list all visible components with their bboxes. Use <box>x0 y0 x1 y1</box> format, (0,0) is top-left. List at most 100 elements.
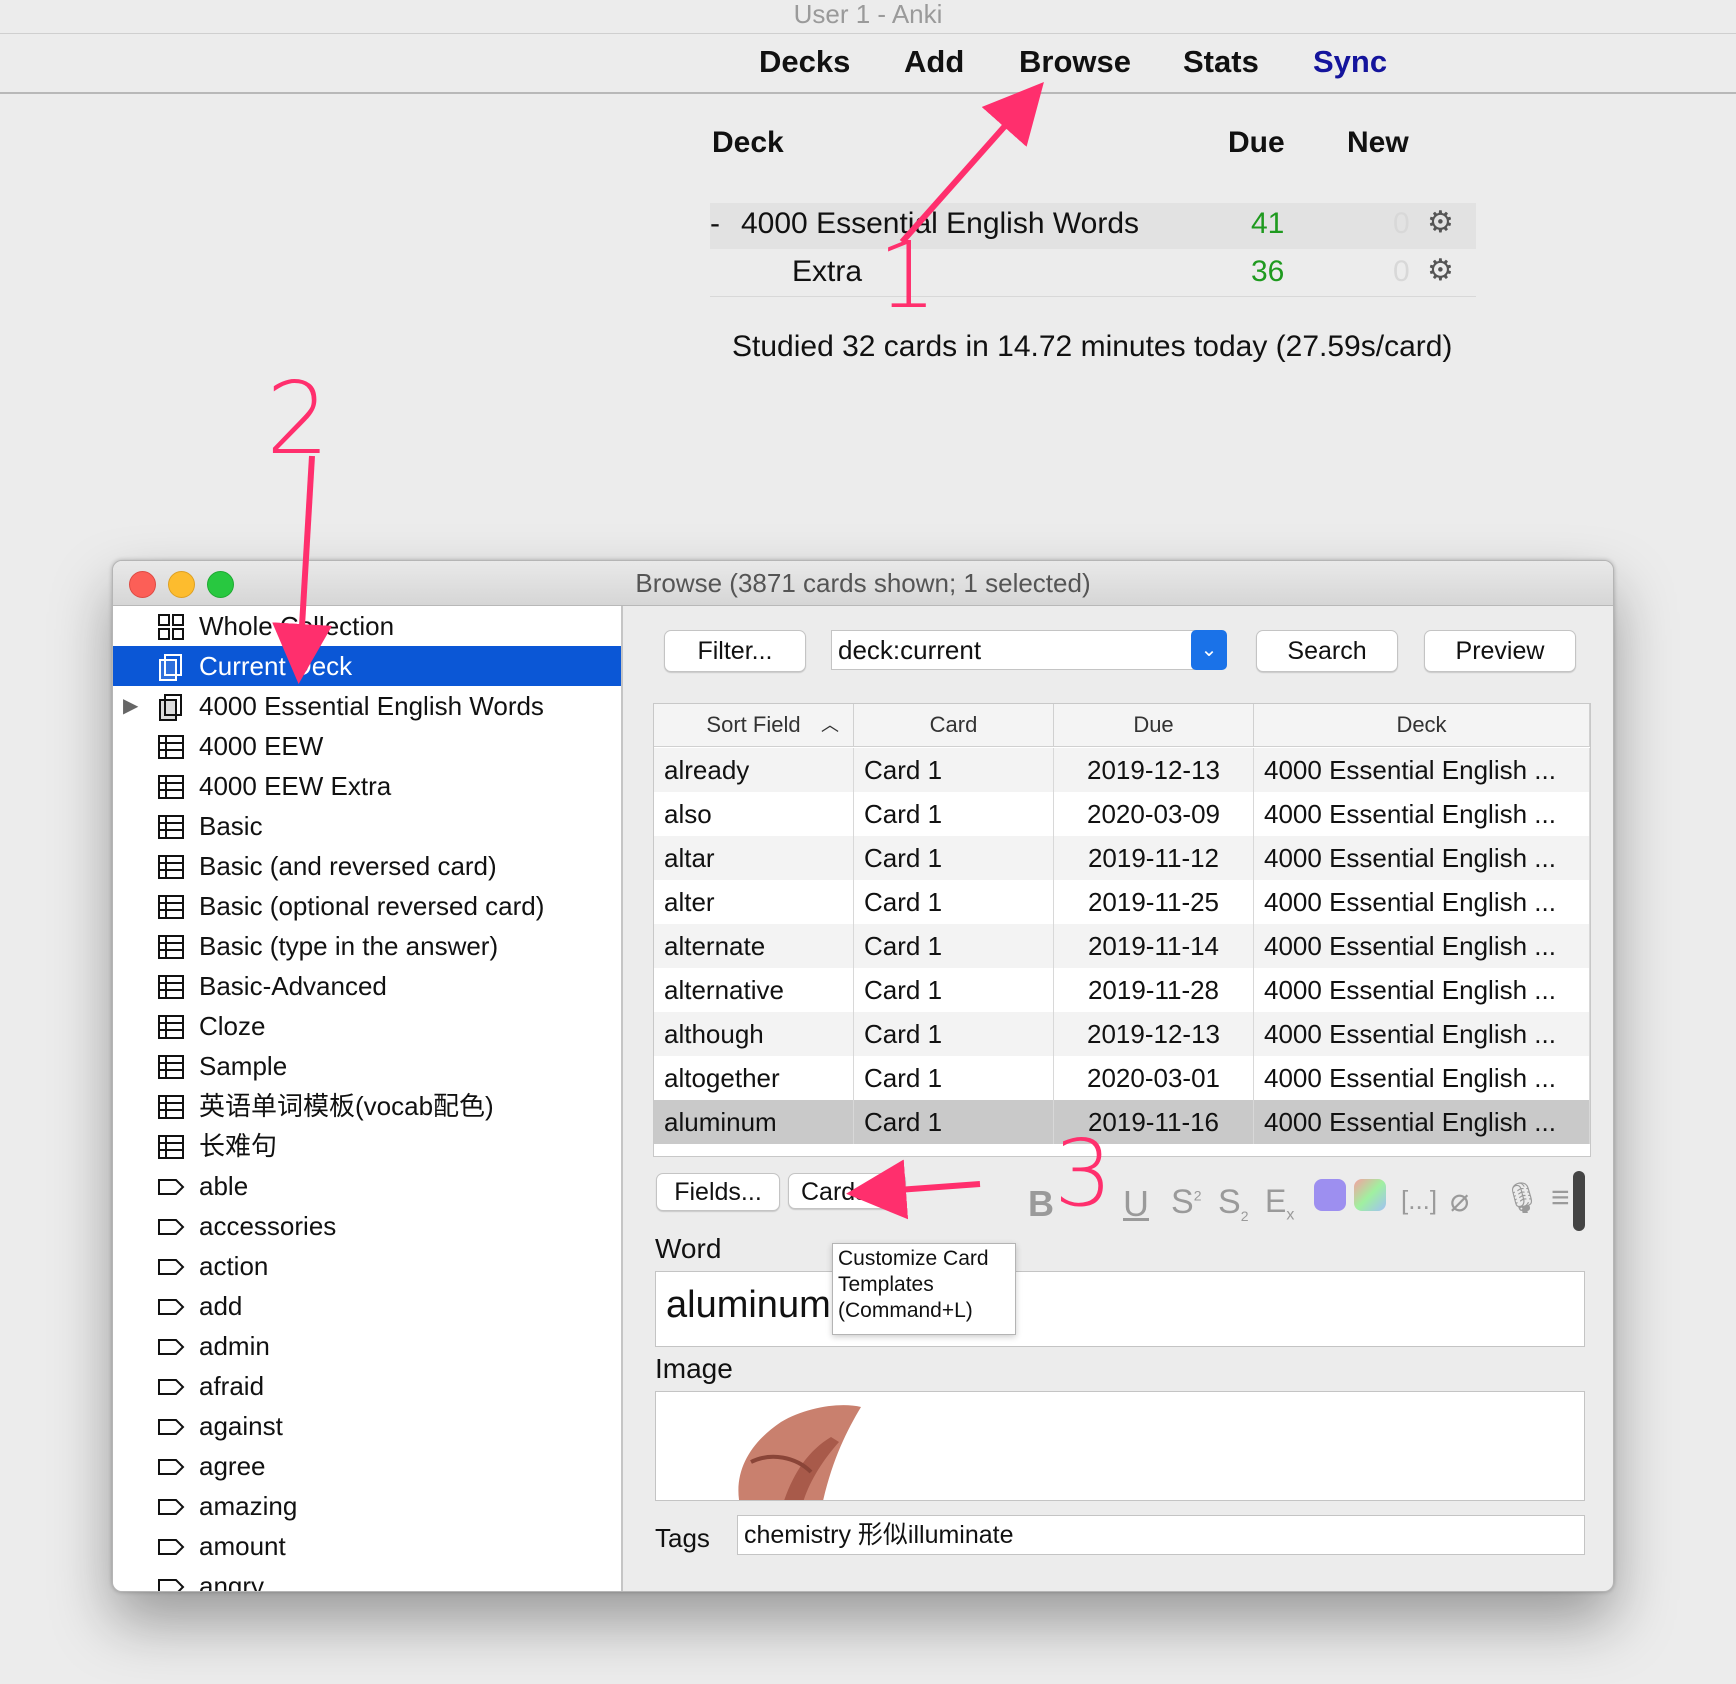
sidebar-item-label: able <box>199 1171 249 1201</box>
sidebar-item[interactable]: Sample <box>113 1046 621 1086</box>
scrollbar-thumb[interactable] <box>1573 1171 1585 1231</box>
sidebar-item-label: amazing <box>199 1491 298 1521</box>
sidebar-item[interactable]: 英语单词模板(vocab配色) <box>113 1086 621 1126</box>
sidebar-item[interactable]: Basic-Advanced <box>113 966 621 1006</box>
sidebar-item[interactable]: able <box>113 1166 621 1206</box>
toolbar-stats[interactable]: Stats <box>1183 44 1259 80</box>
sidebar-item[interactable]: Basic <box>113 806 621 846</box>
deck-column-header: Deck <box>712 126 784 159</box>
sidebar-item[interactable]: ▶ 4000 Essential English Words <box>113 686 621 726</box>
deck-name[interactable]: 4000 Essential English Words <box>741 207 1139 241</box>
column-header-due[interactable]: Due <box>1054 704 1254 747</box>
superscript-icon[interactable]: S2 <box>1171 1183 1201 1222</box>
sidebar-item-label: Basic <box>199 811 263 841</box>
card-table: Sort Field ︿ Card Due Deck already Card 1… <box>653 703 1591 1157</box>
cell-deck: 4000 Essential English ... <box>1254 792 1590 836</box>
text-color-icon[interactable] <box>1314 1179 1346 1211</box>
gear-icon[interactable]: ⚙ <box>1427 253 1454 288</box>
underline-icon[interactable]: U <box>1123 1183 1149 1225</box>
image-field[interactable] <box>655 1391 1585 1501</box>
sidebar-item[interactable]: 4000 EEW Extra <box>113 766 621 806</box>
column-header-sort-field[interactable]: Sort Field ︿ <box>654 704 854 747</box>
sidebar-item[interactable]: add <box>113 1286 621 1326</box>
cell-sort-field: although <box>654 1012 854 1056</box>
sidebar-item-label: Whole Collection <box>199 611 395 641</box>
sidebar-item[interactable]: afraid <box>113 1366 621 1406</box>
search-input[interactable]: deck:current <box>831 630 1207 670</box>
annotation-number-2: 2 <box>266 360 330 477</box>
cards-tooltip: Customize Card Templates (Command+L) <box>832 1243 1016 1335</box>
deck-icon <box>157 692 185 721</box>
sidebar-item-label: Basic (optional reversed card) <box>199 891 545 921</box>
cell-sort-field: altogether <box>654 1056 854 1100</box>
cards-button[interactable]: Cards <box>788 1173 906 1209</box>
column-header-card[interactable]: Card <box>854 704 1054 747</box>
sidebar-item[interactable]: Basic (type in the answer) <box>113 926 621 966</box>
more-menu-icon[interactable]: ≡ <box>1551 1179 1570 1216</box>
deck-name[interactable]: Extra <box>792 255 862 289</box>
sidebar-item[interactable]: Cloze <box>113 1006 621 1046</box>
deck-collapse-toggle[interactable]: - <box>710 207 720 241</box>
cell-due: 2020-03-09 <box>1054 792 1254 836</box>
note-type-icon <box>157 852 185 880</box>
note-type-icon <box>157 732 185 760</box>
browse-sidebar: Whole Collection Current Deck ▶ 4000 Essent… <box>113 606 623 1591</box>
table-row[interactable]: although Card 1 2019-12-13 4000 Essential E… <box>654 1012 1590 1056</box>
sidebar-item[interactable]: accessories <box>113 1206 621 1246</box>
sidebar-item[interactable]: Whole Collection <box>113 606 621 646</box>
toolbar-decks[interactable]: Decks <box>759 44 850 80</box>
tags-field[interactable]: chemistry 形似illuminate <box>737 1515 1585 1555</box>
highlight-color-icon[interactable] <box>1354 1179 1386 1211</box>
cloze-icon[interactable]: [...] <box>1401 1185 1437 1216</box>
browse-titlebar: Browse (3871 cards shown; 1 selected) <box>113 561 1613 606</box>
attachment-icon[interactable]: ⌀ <box>1450 1181 1469 1219</box>
sidebar-item-label: angry <box>199 1571 265 1591</box>
sidebar-item[interactable]: amount <box>113 1526 621 1566</box>
toolbar-add[interactable]: Add <box>904 44 964 80</box>
cell-sort-field: already <box>654 748 854 792</box>
sidebar-item[interactable]: against <box>113 1406 621 1446</box>
toolbar-sync[interactable]: Sync <box>1313 44 1387 80</box>
sidebar-item[interactable]: admin <box>113 1326 621 1366</box>
cell-card: Card 1 <box>854 968 1054 1012</box>
table-row[interactable]: already Card 1 2019-12-13 4000 Essential En… <box>654 748 1590 792</box>
sidebar-item[interactable]: 4000 EEW <box>113 726 621 766</box>
chevron-down-icon[interactable]: ⌄ <box>1191 630 1227 670</box>
column-header-deck[interactable]: Deck <box>1254 704 1590 747</box>
note-type-icon <box>157 892 185 920</box>
table-row[interactable]: altogether Card 1 2020-03-01 4000 Essential… <box>654 1056 1590 1100</box>
sidebar-item[interactable]: angry <box>113 1566 621 1591</box>
table-row[interactable]: alternative Card 1 2019-11-28 4000 Essentia… <box>654 968 1590 1012</box>
toolbar-browse[interactable]: Browse <box>1019 44 1131 80</box>
fields-button[interactable]: Fields... <box>656 1173 780 1211</box>
microphone-icon[interactable]: 🎙 <box>1503 1181 1541 1216</box>
table-row[interactable]: aluminum Card 1 2019-11-16 4000 Essential E… <box>654 1100 1590 1144</box>
bold-icon[interactable]: B <box>1028 1183 1054 1225</box>
preview-button[interactable]: Preview <box>1424 630 1576 672</box>
subscript-icon[interactable]: S2 <box>1218 1183 1248 1224</box>
sidebar-item[interactable]: Current Deck <box>113 646 621 686</box>
gear-icon[interactable]: ⚙ <box>1427 205 1454 240</box>
sort-ascending-icon: ︿ <box>821 715 839 735</box>
search-button[interactable]: Search <box>1256 630 1398 672</box>
table-row[interactable]: alternate Card 1 2019-11-14 4000 Essential … <box>654 924 1590 968</box>
table-row[interactable]: altar Card 1 2019-11-12 4000 Essential Engl… <box>654 836 1590 880</box>
sidebar-item-label: Sample <box>199 1051 288 1081</box>
sidebar-item[interactable]: amazing <box>113 1486 621 1526</box>
tags-field-value: chemistry 形似illuminate <box>744 1521 1014 1549</box>
word-field[interactable]: aluminum <box>655 1271 1585 1347</box>
clear-format-icon[interactable]: Ex <box>1265 1183 1294 1224</box>
tag-icon <box>157 1252 185 1280</box>
sidebar-item[interactable]: Basic (optional reversed card) <box>113 886 621 926</box>
window-title: User 1 - Anki <box>793 0 943 29</box>
sidebar-item[interactable]: 长难句 <box>113 1126 621 1166</box>
sidebar-item[interactable]: Basic (and reversed card) <box>113 846 621 886</box>
sidebar-item[interactable]: agree <box>113 1446 621 1486</box>
table-row[interactable]: also Card 1 2020-03-09 4000 Essential Engli… <box>654 792 1590 836</box>
due-column-header: Due <box>1228 126 1285 159</box>
sidebar-item[interactable]: action <box>113 1246 621 1286</box>
table-row[interactable]: alter Card 1 2019-11-25 4000 Essential Engl… <box>654 880 1590 924</box>
cell-sort-field: alternative <box>654 968 854 1012</box>
disclosure-triangle-icon[interactable]: ▶ <box>123 686 138 726</box>
filter-button[interactable]: Filter... <box>664 630 806 672</box>
